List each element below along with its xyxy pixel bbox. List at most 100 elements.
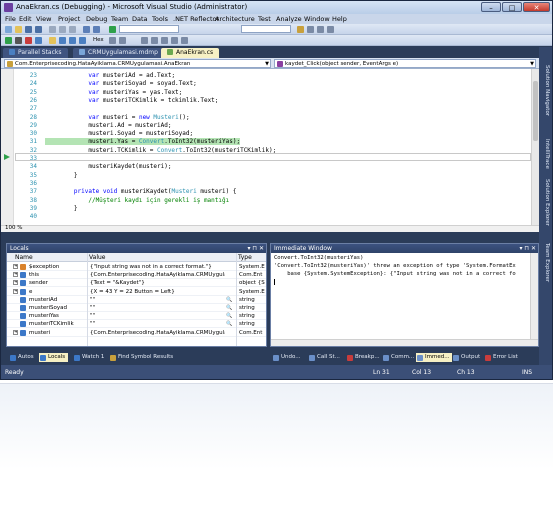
col-name[interactable]: Name <box>15 254 33 261</box>
step-out-icon[interactable] <box>79 37 86 44</box>
visualizer-magnifier-icon[interactable]: 🔍 <box>226 296 232 304</box>
solution-explorer-icon[interactable] <box>307 26 314 33</box>
menu-architecture[interactable]: Architecture <box>215 15 255 23</box>
scroll-thumb[interactable] <box>533 81 538 141</box>
code-line[interactable]: var musteriYas = yas.Text; <box>45 89 182 96</box>
code-line[interactable]: musteriKaydet(musteri); <box>45 163 171 170</box>
step-into-icon[interactable] <box>59 37 66 44</box>
copy-icon[interactable] <box>59 26 66 33</box>
tool-tab[interactable]: Error List <box>484 353 518 362</box>
menu-view[interactable]: View <box>36 15 51 23</box>
code-line[interactable]: musteri.Yas = Convert.ToInt32(musteriYas… <box>45 138 241 146</box>
breakpoints-icon[interactable] <box>119 37 126 44</box>
locals-row[interactable]: musteriAd "" 🔍 string <box>7 296 266 304</box>
code-line[interactable]: } <box>45 205 78 212</box>
code-line[interactable]: //Müşteri kaydı için gerekli iş mantığı <box>45 197 229 204</box>
undo-icon[interactable] <box>83 26 90 33</box>
code-line[interactable]: musteri.Soyad = musteriSoyad; <box>45 130 193 137</box>
side-tab-team-explorer[interactable]: Team Explorer <box>541 243 550 282</box>
pane-buttons[interactable]: ▾ ⊓ ✕ <box>247 244 264 253</box>
break-all-icon[interactable] <box>15 37 22 44</box>
code-line[interactable]: var musteriTCKimlik = tckimlik.Text; <box>45 97 218 104</box>
bookmark-icon[interactable] <box>161 37 168 44</box>
side-tab-intellitrace[interactable]: IntelliTrace <box>541 139 550 169</box>
local-value[interactable]: "" <box>90 304 225 312</box>
code-line[interactable]: musteri.TCKimlik = Convert.ToInt32(muste… <box>45 147 276 154</box>
method-combo[interactable]: kaydet_Click(object sender, EventArgs e)… <box>274 59 536 68</box>
new-project-icon[interactable] <box>5 26 12 33</box>
find-combo[interactable] <box>241 25 291 33</box>
col-type[interactable]: Type <box>238 254 252 261</box>
menu-test[interactable]: Test <box>258 15 271 23</box>
comment-icon[interactable] <box>141 37 148 44</box>
close-button[interactable]: ✕ <box>523 2 550 12</box>
tool-tab[interactable]: Autos <box>9 353 34 362</box>
next-bookmark-icon[interactable] <box>171 37 178 44</box>
code-line[interactable]: var musteriAd = ad.Text; <box>45 72 175 79</box>
code-editor[interactable]: 23 var musteriAd = ad.Text; 24 var muster… <box>1 69 539 232</box>
tab-parallel-stacks[interactable]: Parallel Stacks <box>3 48 68 58</box>
tab-crm-dump[interactable]: CRMUygulamasi.mdmp <box>73 48 164 58</box>
tool-tab[interactable]: Undo... <box>272 353 301 362</box>
show-next-statement-icon[interactable] <box>49 37 56 44</box>
minimize-button[interactable]: – <box>481 2 501 12</box>
side-tab-solution-explorer[interactable]: Solution Explorer <box>541 179 550 226</box>
editor-vertical-scrollbar[interactable] <box>531 69 539 225</box>
breakpoint-margin[interactable] <box>1 69 14 232</box>
visualizer-magnifier-icon[interactable]: 🔍 <box>226 320 232 328</box>
local-value[interactable]: {Com.Enterprisecoding.HataAyiklama.CRMUy… <box>90 271 225 279</box>
stop-debug-icon[interactable] <box>25 37 32 44</box>
tool-tab[interactable]: Immed... <box>416 353 453 362</box>
menu-file[interactable]: File <box>5 15 16 23</box>
start-debug-icon[interactable] <box>109 26 116 33</box>
code-line[interactable]: musteri.Ad = musteriAd; <box>45 122 171 129</box>
locals-row[interactable]: + musteri {Com.Enterprisecoding.HataAyikla… <box>7 329 266 337</box>
local-value[interactable]: {X = 43 Y = 22 Button = Left} <box>90 288 225 296</box>
tool-tab[interactable]: Call St... <box>308 353 340 362</box>
hex-toggle[interactable]: Hex <box>93 37 104 43</box>
zoom-level[interactable]: 100 % <box>5 225 22 231</box>
expand-toggle-icon[interactable]: + <box>13 288 18 294</box>
prev-bookmark-icon[interactable] <box>181 37 188 44</box>
solution-config-combo[interactable] <box>119 25 179 33</box>
local-value[interactable]: {Com.Enterprisecoding.HataAyiklama.CRMUy… <box>90 329 225 337</box>
visualizer-magnifier-icon[interactable]: 🔍 <box>226 312 232 320</box>
menu-analyze[interactable]: Analyze <box>276 15 302 23</box>
find-icon[interactable] <box>297 26 304 33</box>
cut-icon[interactable] <box>49 26 56 33</box>
tab-anaekran[interactable]: AnaEkran.cs <box>161 48 220 58</box>
visualizer-magnifier-icon[interactable]: 🔍 <box>226 304 232 312</box>
menu-net-reflector[interactable]: .NET Reflector <box>173 15 219 23</box>
column-divider[interactable] <box>87 253 88 346</box>
toolbox-icon[interactable] <box>327 26 334 33</box>
tool-tab[interactable]: Output <box>452 353 480 362</box>
expand-toggle-icon[interactable]: + <box>13 272 18 278</box>
menu-window[interactable]: Window <box>304 15 330 23</box>
threads-icon[interactable] <box>109 37 116 44</box>
open-file-icon[interactable] <box>15 26 22 33</box>
col-value[interactable]: Value <box>89 254 105 261</box>
menu-team[interactable]: Team <box>111 15 128 23</box>
locals-row[interactable]: + e {X = 43 Y = 22 Button = Left} System.E <box>7 288 266 296</box>
redo-icon[interactable] <box>93 26 100 33</box>
local-value[interactable]: "" <box>90 320 225 328</box>
code-line[interactable]: } <box>45 172 78 179</box>
menu-help[interactable]: Help <box>332 15 347 23</box>
code-line[interactable]: private void musteriKaydet(Musteri muste… <box>45 188 237 195</box>
paste-icon[interactable] <box>69 26 76 33</box>
immediate-window[interactable]: Immediate Window ▾ ⊓ ✕ Convert.ToInt32(m… <box>270 243 539 347</box>
locals-row[interactable]: musteriSoyad "" 🔍 string <box>7 304 266 312</box>
menu-tools[interactable]: Tools <box>152 15 168 23</box>
immediate-horizontal-scrollbar[interactable] <box>271 339 538 346</box>
tool-tab[interactable]: Locals <box>39 353 69 362</box>
tool-tab[interactable]: Watch 1 <box>73 353 104 362</box>
locals-row[interactable]: + this {Com.Enterprisecoding.HataAyiklama.… <box>7 271 266 280</box>
continue-icon[interactable] <box>5 37 12 44</box>
tool-tab[interactable]: Find Symbol Results <box>109 353 173 362</box>
expand-toggle-icon[interactable]: + <box>13 329 18 335</box>
local-value[interactable]: {"Input string was not in a correct form… <box>90 263 225 271</box>
immediate-vertical-scrollbar[interactable] <box>530 253 538 339</box>
tool-tab[interactable]: Breakp... <box>346 353 380 362</box>
locals-row[interactable]: + sender {Text = "&Kaydet"} object {S <box>7 279 266 288</box>
expand-toggle-icon[interactable]: + <box>13 280 18 286</box>
